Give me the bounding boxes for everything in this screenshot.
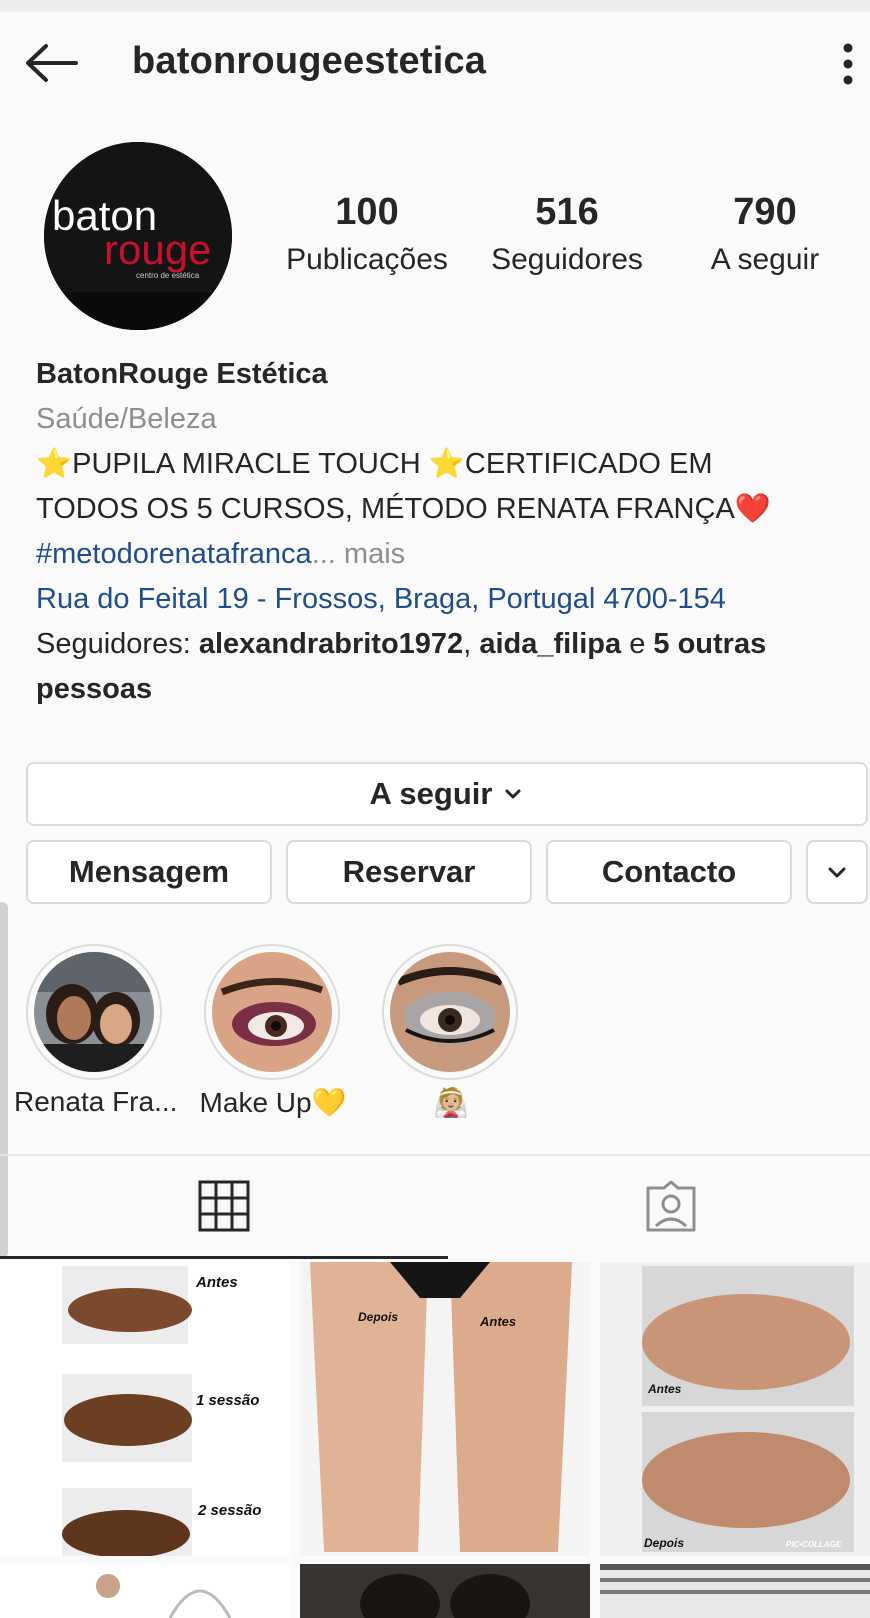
post-tile-5[interactable] (300, 1564, 590, 1618)
post-tile-3[interactable]: Antes Depois PIC•COLLAGE (600, 1262, 870, 1556)
highlight-bride[interactable] (382, 944, 518, 1080)
more-link[interactable]: ... mais (312, 538, 405, 570)
highlight-label-renata: Renata Fra... (14, 1086, 178, 1117)
profile-avatar[interactable]: baton rouge centro de estética (44, 142, 232, 330)
tabs-divider (0, 1154, 870, 1156)
profile-username: batonrougeestetica (132, 40, 487, 82)
highlight-label-bride: 👰🏼 (433, 1087, 469, 1118)
highlight-makeup[interactable] (204, 944, 340, 1080)
address-link[interactable]: Rua do Feital 19 - Frossos, Braga, Portu… (36, 577, 846, 622)
stat-posts[interactable]: 100 Publicações (272, 190, 462, 282)
followers-label: Seguidores (491, 243, 643, 276)
post-5-image (300, 1564, 590, 1618)
post-1-caption-session2: 2 sessão (198, 1502, 262, 1519)
tagged-user-icon[interactable] (644, 1180, 698, 1232)
post-3-image (600, 1262, 870, 1556)
post-tile-1[interactable]: Antes 1 sessão 2 sessão (0, 1262, 290, 1556)
post-4-image (0, 1564, 290, 1618)
highlight-makeup-thumbnail (212, 952, 332, 1072)
suggestions-button[interactable] (806, 840, 868, 904)
bio-hashtag-link[interactable]: #metodorenatafranca (36, 538, 312, 570)
top-app-bar: batonrougeestetica (0, 0, 870, 130)
follower-1[interactable]: alexandrabrito1972 (199, 628, 463, 660)
stat-followers[interactable]: 516 Seguidores (472, 190, 662, 282)
following-button[interactable]: A seguir (26, 762, 868, 826)
chevron-down-icon (828, 867, 846, 878)
followed-by-comma: , (463, 628, 480, 660)
highlight-bride-thumbnail (390, 952, 510, 1072)
post-1-caption-session1: 1 sessão (196, 1392, 260, 1409)
status-strip (0, 0, 870, 12)
following-count: 790 (733, 191, 797, 233)
back-arrow-icon[interactable] (22, 40, 82, 86)
followed-by[interactable]: Seguidores: alexandrabrito1972, aida_fil… (36, 622, 846, 712)
post-6-image (600, 1564, 870, 1618)
post-3-caption-after: Depois (644, 1536, 685, 1550)
message-button[interactable]: Mensagem (26, 840, 272, 904)
display-name: BatonRouge Estética (36, 358, 328, 390)
stat-following[interactable]: 790 A seguir (670, 190, 860, 282)
logo-tagline: centro de estética (136, 271, 200, 280)
followers-count: 516 (535, 191, 599, 233)
post-tile-6[interactable] (600, 1564, 870, 1618)
profile-bio: BatonRouge Estética Saúde/Beleza ⭐PUPILA… (36, 352, 846, 712)
reserve-button[interactable]: Reservar (286, 840, 532, 904)
post-tile-4[interactable] (0, 1564, 290, 1618)
grid-icon[interactable] (198, 1180, 250, 1232)
followed-by-prefix: Seguidores: (36, 628, 199, 660)
post-2-caption-before: Antes (480, 1314, 517, 1329)
post-1-caption-before: Antes (196, 1274, 238, 1291)
active-tab-indicator (0, 1256, 448, 1259)
logo-text-bottom: rouge (104, 226, 211, 273)
post-3-watermark: PIC•COLLAGE (786, 1540, 842, 1549)
chevron-down-icon (505, 789, 521, 799)
post-2-image (300, 1262, 590, 1556)
post-3-caption-before: Antes (648, 1382, 682, 1396)
following-button-label: A seguir (369, 776, 493, 811)
follower-2[interactable]: aida_filipa (479, 628, 621, 660)
followed-by-and: e (621, 628, 654, 660)
post-tile-2[interactable]: Depois Antes (300, 1262, 590, 1556)
contact-button[interactable]: Contacto (546, 840, 792, 904)
bio-line-1: ⭐PUPILA MIRACLE TOUCH ⭐CERTIFICADO EM (36, 448, 713, 480)
highlight-renata-thumbnail (34, 952, 154, 1072)
edge-scroll-handle (0, 902, 8, 1258)
post-2-caption-after: Depois (358, 1310, 399, 1324)
highlight-label-makeup: Make Up💛 (199, 1087, 347, 1118)
more-options-icon[interactable] (838, 42, 858, 86)
following-label: A seguir (710, 243, 820, 276)
highlight-renata[interactable] (26, 944, 162, 1080)
category-label: Saúde/Beleza (36, 403, 217, 435)
posts-count: 100 (335, 191, 399, 233)
bio-line-2: TODOS OS 5 CURSOS, MÉTODO RENATA FRANÇA❤… (36, 493, 771, 525)
posts-label: Publicações (286, 243, 448, 276)
